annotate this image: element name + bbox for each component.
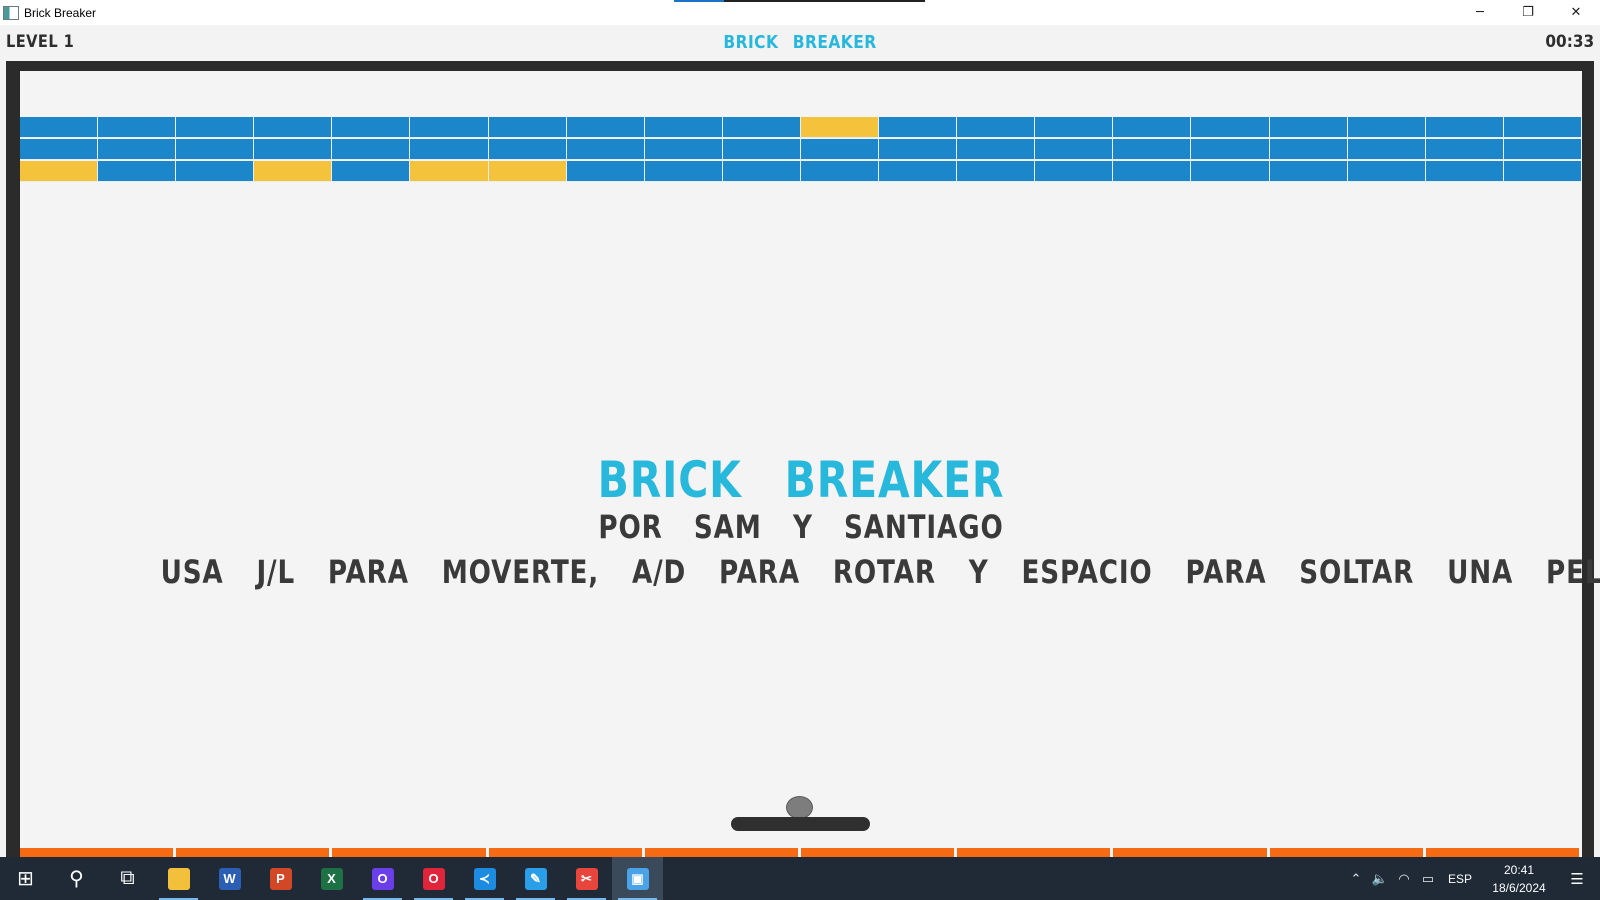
- paddle: [731, 817, 870, 831]
- wifi-icon[interactable]: ◠: [1392, 871, 1416, 887]
- task-view-button[interactable]: ⧉: [102, 857, 153, 900]
- floor-segment: [20, 848, 177, 857]
- floor-segment: [1269, 848, 1426, 857]
- opera[interactable]: O: [408, 857, 459, 900]
- paint[interactable]: ✎: [510, 857, 561, 900]
- powerpoint[interactable]: P: [255, 857, 306, 900]
- folder-icon: [167, 867, 190, 890]
- floor-segment: [332, 848, 489, 857]
- show-hidden-icons[interactable]: ⌃: [1344, 871, 1368, 887]
- tray-icons: ⌃ 🔈 ◠ ▭: [1344, 871, 1440, 887]
- window-controls: ─ ❐ ✕: [1456, 0, 1600, 25]
- opera-icon: O: [422, 867, 445, 890]
- ball: [786, 796, 813, 819]
- search-button[interactable]: ⚲: [51, 857, 102, 900]
- snipping-tool-icon: ✂: [575, 867, 598, 890]
- credits-text: POR SAM Y SANTIAGO: [598, 508, 1004, 546]
- floor-segment: [957, 848, 1114, 857]
- opera-gx[interactable]: O: [357, 857, 408, 900]
- word-icon: W: [218, 867, 241, 890]
- file-explorer[interactable]: [153, 857, 204, 900]
- window-titlebar: Brick Breaker ─ ❐ ✕: [0, 0, 1600, 25]
- floor-segment: [1113, 848, 1270, 857]
- start-button[interactable]: ⊞: [0, 857, 51, 900]
- close-button[interactable]: ✕: [1552, 0, 1600, 25]
- vscode-icon: ≺: [473, 867, 496, 890]
- app-icon: [3, 5, 19, 20]
- task-view-icon: ⧉: [120, 867, 135, 889]
- game-title: BRICK BREAKER: [597, 451, 1005, 509]
- app-window-icon: ▣: [626, 867, 649, 890]
- excel-icon: X: [320, 867, 343, 890]
- opera-gx-icon: O: [371, 867, 394, 890]
- battery-icon[interactable]: ▭: [1416, 871, 1440, 887]
- vscode[interactable]: ≺: [459, 857, 510, 900]
- floor-segment: [644, 848, 802, 857]
- word[interactable]: W: [204, 857, 255, 900]
- game-hud: LEVEL 1 BRICK BREAKER 00:33: [0, 25, 1600, 61]
- volume-icon[interactable]: 🔈: [1368, 871, 1392, 887]
- hud-title: BRICK BREAKER: [723, 32, 877, 53]
- taskbar: ⊞ ⚲ ⧉ W P X O O ≺ ✎ ✂ ▣ ⌃ 🔈 ◠ ▭ ESP 20:41 18/6/2024 ☰: [0, 857, 1600, 900]
- floor-segment: [1425, 848, 1583, 857]
- titlebar-progress-fill: [674, 0, 725, 2]
- titlebar-progress-bar: [674, 0, 925, 2]
- minimize-button[interactable]: ─: [1456, 0, 1504, 25]
- restore-button[interactable]: ❐: [1504, 0, 1552, 25]
- game-timer: 00:33: [1545, 32, 1594, 52]
- excel[interactable]: X: [306, 857, 357, 900]
- playfield[interactable]: BRICK BREAKER POR SAM Y SANTIAGO USA J/L…: [20, 71, 1600, 857]
- start-overlay: BRICK BREAKER POR SAM Y SANTIAGO USA J/L…: [20, 71, 1600, 857]
- search-icon: ⚲: [69, 868, 84, 890]
- level-indicator: LEVEL 1: [6, 32, 75, 52]
- clock[interactable]: 20:41 18/6/2024: [1484, 861, 1554, 897]
- notifications-icon[interactable]: ☰: [1554, 870, 1600, 888]
- language-indicator[interactable]: ESP: [1448, 872, 1472, 886]
- windows-icon: ⊞: [17, 868, 34, 890]
- floor-segment: [488, 848, 645, 857]
- floor-segment: [176, 848, 333, 857]
- powerpoint-icon: P: [269, 867, 292, 890]
- clock-time: 20:41: [1503, 862, 1535, 877]
- window-title: Brick Breaker: [24, 5, 97, 20]
- game-frame: BRICK BREAKER POR SAM Y SANTIAGO USA J/L…: [6, 61, 1600, 857]
- floor-bar: [20, 848, 1583, 857]
- clock-date: 18/6/2024: [1492, 880, 1546, 895]
- snipping-tool[interactable]: ✂: [561, 857, 612, 900]
- brick-breaker[interactable]: ▣: [612, 857, 663, 900]
- instructions-text: USA J/L PARA MOVERTE, A/D PARA ROTAR Y E…: [160, 553, 1600, 591]
- floor-segment: [801, 848, 958, 857]
- paint-icon: ✎: [524, 867, 547, 890]
- system-tray: ⌃ 🔈 ◠ ▭ ESP 20:41 18/6/2024 ☰: [1344, 857, 1600, 900]
